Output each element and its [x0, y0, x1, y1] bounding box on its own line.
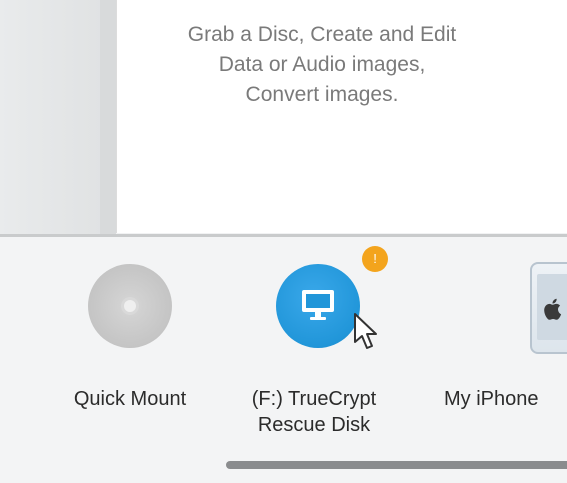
left-panel	[0, 0, 116, 236]
mouse-pointer-icon	[354, 313, 377, 349]
description-text: Grab a Disc, Create and Edit Data or Aud…	[117, 20, 527, 110]
left-panel-edge	[100, 0, 116, 236]
device-icon-box: !	[264, 246, 388, 360]
device-icon-box	[470, 260, 567, 360]
device-bar: Quick Mount ! (F:) TrueCrypt Rescue Disk…	[0, 237, 567, 483]
phone-screen	[537, 274, 567, 340]
device-icon-box	[80, 260, 180, 360]
device-my-iphone[interactable]: My iPhone	[430, 260, 567, 412]
iphone-icon	[530, 262, 567, 354]
description-line-1: Grab a Disc, Create and Edit	[187, 23, 457, 46]
disc-hole	[124, 300, 136, 312]
device-label-line-2: Rescue Disk	[257, 414, 371, 436]
notification-badge: !	[362, 246, 388, 272]
description-line-3: Convert images.	[245, 83, 399, 106]
device-label-line-1: (F:) TrueCrypt	[251, 388, 377, 410]
app-window: Grab a Disc, Create and Edit Data or Aud…	[0, 0, 567, 483]
horizontal-scrollbar[interactable]	[226, 461, 567, 469]
device-label: My iPhone	[444, 388, 539, 410]
description-line-2: Data or Audio images,	[218, 53, 426, 76]
device-circle	[276, 264, 360, 348]
device-truecrypt-rescue-disk[interactable]: ! (F:) TrueCrypt Rescue Disk	[214, 246, 414, 438]
apple-logo-icon	[544, 298, 562, 320]
disc-icon	[88, 264, 172, 348]
device-label: Quick Mount	[73, 388, 187, 410]
device-quick-mount[interactable]: Quick Mount	[40, 260, 220, 412]
description-card: Grab a Disc, Create and Edit Data or Aud…	[116, 0, 567, 233]
monitor-icon	[302, 290, 334, 320]
